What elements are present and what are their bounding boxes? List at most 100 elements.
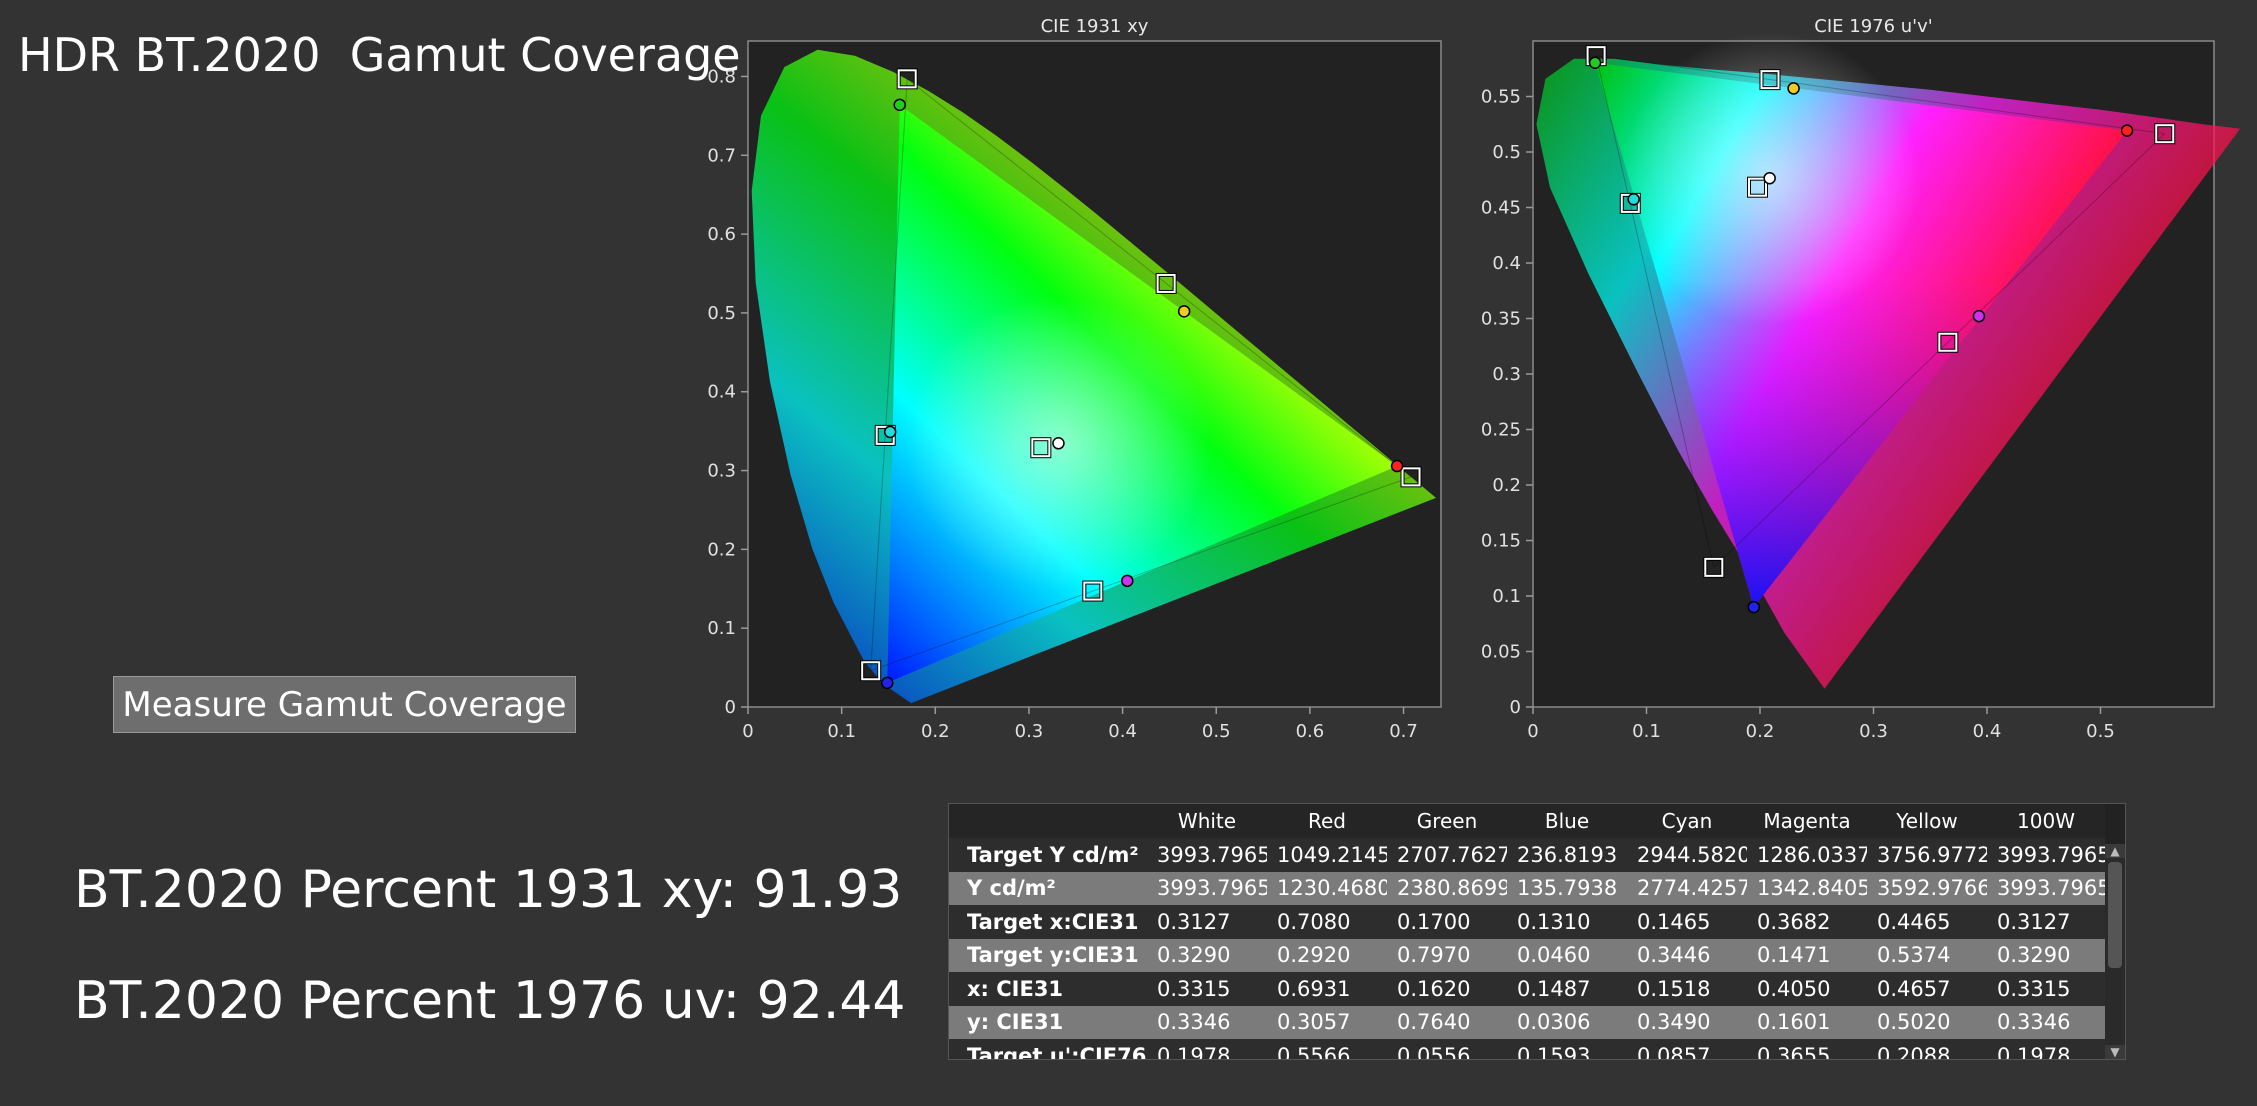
y-tick-label: 0.1 xyxy=(707,618,736,639)
table-cell: 2944.5820 xyxy=(1627,838,1747,872)
table-cell: 3993.7965 xyxy=(1987,838,2105,872)
table-row[interactable]: Target u':CIE76 0.1978 0.5566 0.0556 0.1… xyxy=(949,1039,2105,1059)
table-row[interactable]: y: CIE31 0.3346 0.3057 0.7640 0.0306 0.3… xyxy=(949,1005,2105,1039)
table-header-row: White Red Green Blue Cyan Magenta Yellow… xyxy=(949,804,2105,838)
x-tick-label: 0.5 xyxy=(1202,721,1231,742)
x-tick-label: 0.1 xyxy=(1632,721,1661,742)
table-row[interactable]: Target x:CIE31 0.3127 0.7080 0.1700 0.13… xyxy=(949,905,2105,939)
measurement-table: White Red Green Blue Cyan Magenta Yellow… xyxy=(949,804,2105,1059)
cie-1931-chart: CIE 1931 xy 0 0.1 0.2 0.3 0.4 0.5 0.6 0.7 0 0.1 0.2… xyxy=(707,16,1442,742)
table-cell: 0.1620 xyxy=(1387,972,1507,1006)
row-label: Y cd/m² xyxy=(949,871,1147,905)
table-cell: 0.3682 xyxy=(1747,905,1867,939)
x-tick-label: 0 xyxy=(1527,721,1538,742)
table-cell: 0.0556 xyxy=(1387,1039,1507,1059)
cie-1976-chart: CIE 1976 u'v' 0 0.1 0.2 0.3 0.4 0.5 0 0.05 0.1 0.1… xyxy=(1481,16,2241,742)
y-tick-label: 0 xyxy=(725,697,736,718)
table-cell: 0.2920 xyxy=(1267,938,1387,972)
y-tick-label: 0.2 xyxy=(1492,475,1521,496)
table-cell: 0.1700 xyxy=(1387,905,1507,939)
x-tick-label: 0.1 xyxy=(827,721,856,742)
table-cell: 2774.4257 xyxy=(1627,871,1747,905)
table-cell: 0.3446 xyxy=(1627,938,1747,972)
table-cell: 0.5020 xyxy=(1867,1005,1987,1039)
table-row[interactable]: Target Y cd/m² 3993.7965 1049.2145 2707.… xyxy=(949,838,2105,872)
x-tick-label: 0.2 xyxy=(1746,721,1775,742)
y-tick-label: 0.55 xyxy=(1481,87,1521,108)
table-cell: 1049.2145 xyxy=(1267,838,1387,872)
measured-circle-marker xyxy=(1763,171,1776,185)
table-cell: 0.0306 xyxy=(1507,1005,1627,1039)
table-cell: 0.1518 xyxy=(1627,972,1747,1006)
y-tick-label: 0.2 xyxy=(707,539,736,560)
table-row[interactable]: Y cd/m² 3993.7965 1230.4680 2380.8699 13… xyxy=(949,871,2105,905)
row-label: x: CIE31 xyxy=(949,972,1147,1006)
row-label: Target u':CIE76 xyxy=(949,1039,1147,1059)
y-tick-label: 0.3 xyxy=(707,461,736,482)
table-cell: 0.2088 xyxy=(1867,1039,1987,1059)
table-scrollbar[interactable]: ▲ ▼ xyxy=(2105,844,2125,1059)
table-cell: 0.6931 xyxy=(1267,972,1387,1006)
y-tick-label: 0.1 xyxy=(1492,586,1521,607)
table-cell: 0.1978 xyxy=(1147,1039,1267,1059)
scroll-down-arrow-icon[interactable]: ▼ xyxy=(2105,1045,2125,1059)
table-cell: 1342.8405 xyxy=(1747,871,1867,905)
header-cell: Blue xyxy=(1507,804,1627,838)
table-cell: 3993.7965 xyxy=(1987,871,2105,905)
scroll-up-arrow-icon[interactable]: ▲ xyxy=(2105,844,2125,858)
measured-circle-marker xyxy=(1121,574,1134,588)
table-cell: 0.1471 xyxy=(1747,938,1867,972)
table-cell: 0.3315 xyxy=(1987,972,2105,1006)
table-cell: 3993.7965 xyxy=(1147,838,1267,872)
table-cell: 236.8193 xyxy=(1507,838,1627,872)
table-cell: 0.3057 xyxy=(1267,1005,1387,1039)
percent-1931-readout: BT.2020 Percent 1931 xy: 91.93 xyxy=(74,860,903,920)
x-tick-label: 0.7 xyxy=(1389,721,1418,742)
table-cell: 0.3127 xyxy=(1987,905,2105,939)
header-cell: Green xyxy=(1387,804,1507,838)
table-cell: 0.1601 xyxy=(1747,1005,1867,1039)
table-cell: 0.3127 xyxy=(1147,905,1267,939)
measured-circle-marker xyxy=(1972,309,1986,323)
x-tick-label: 0.4 xyxy=(1108,721,1137,742)
scroll-thumb[interactable] xyxy=(2108,862,2122,968)
x-tick-label: 0.6 xyxy=(1296,721,1325,742)
y-tick-label: 0.7 xyxy=(707,145,736,166)
table-cell: 0.3290 xyxy=(1987,938,2105,972)
chart-title: CIE 1976 u'v' xyxy=(1814,16,1932,37)
row-label: Target y:CIE31 xyxy=(949,938,1147,972)
table-cell: 0.7640 xyxy=(1387,1005,1507,1039)
measured-circle-marker xyxy=(2120,124,2134,137)
header-cell: 100W xyxy=(1987,804,2105,838)
percent-1976-readout: BT.2020 Percent 1976 uv: 92.44 xyxy=(74,971,906,1031)
measured-circle-marker xyxy=(1588,56,1602,70)
y-tick-label: 0.5 xyxy=(1492,142,1521,163)
measured-circle-marker xyxy=(881,676,894,690)
table-cell: 3756.9772 xyxy=(1867,838,1987,872)
table-row[interactable]: Target y:CIE31 0.3290 0.2920 0.7970 0.04… xyxy=(949,938,2105,972)
header-cell: Yellow xyxy=(1867,804,1987,838)
y-tick-label: 0.8 xyxy=(707,66,736,87)
chart-title: CIE 1931 xy xyxy=(1041,16,1149,37)
table-row[interactable]: x: CIE31 0.3315 0.6931 0.1620 0.1487 0.1… xyxy=(949,972,2105,1006)
table-cell: 0.0460 xyxy=(1507,938,1627,972)
x-tick-label: 0.3 xyxy=(1015,721,1044,742)
table-cell: 0.1978 xyxy=(1987,1039,2105,1059)
y-tick-label: 0.35 xyxy=(1481,309,1521,330)
measured-circle-marker xyxy=(1787,82,1800,95)
table-cell: 0.3346 xyxy=(1987,1005,2105,1039)
row-label: Target Y cd/m² xyxy=(949,838,1147,872)
table-cell: 0.3346 xyxy=(1147,1005,1267,1039)
table-cell: 0.3655 xyxy=(1747,1039,1867,1059)
x-tick-label: 0 xyxy=(742,721,753,742)
measured-circle-marker xyxy=(1627,193,1640,206)
x-tick-label: 0.3 xyxy=(1859,721,1888,742)
table-cell: 3592.9766 xyxy=(1867,871,1987,905)
table-cell: 1286.0337 xyxy=(1747,838,1867,872)
y-tick-label: 0.05 xyxy=(1481,642,1521,663)
table-cell: 0.1465 xyxy=(1627,905,1747,939)
table-cell: 0.4465 xyxy=(1867,905,1987,939)
y-tick-label: 0.4 xyxy=(1492,253,1521,274)
measured-circle-marker xyxy=(1390,459,1404,473)
measurement-table-panel: White Red Green Blue Cyan Magenta Yellow… xyxy=(948,803,2126,1060)
